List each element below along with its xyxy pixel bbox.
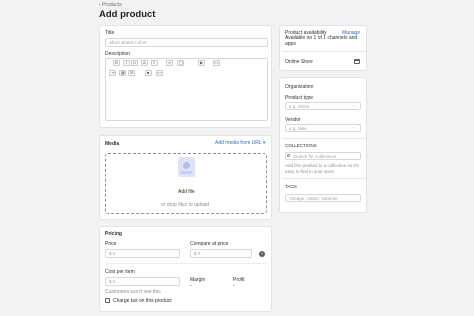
compare-price-label: Compare at price (190, 241, 229, 247)
pricing-title: Pricing (105, 231, 122, 237)
cost-input[interactable]: $ 0 (105, 277, 180, 286)
indent-icon[interactable]: ⇥ (109, 70, 116, 76)
bold-icon[interactable]: B (113, 60, 120, 66)
italic-icon[interactable]: I (123, 60, 130, 66)
underline-icon[interactable]: U (131, 60, 138, 66)
availability-desc: Available on 1 of 1 channels and apps (285, 35, 358, 47)
online-store-channel: Online Store (285, 59, 313, 65)
add-file-button[interactable]: Add file (178, 189, 195, 195)
title-input[interactable]: Short sleeve t-shirt (105, 38, 268, 47)
organization-title: Organization (285, 84, 314, 90)
charge-tax-label[interactable]: Charge tax on this product (113, 298, 172, 304)
title-label: Title (105, 30, 115, 36)
profit-value: - (233, 283, 235, 289)
charge-tax-checkbox[interactable] (105, 298, 110, 303)
calendar-icon[interactable] (354, 59, 360, 64)
description-editor[interactable] (105, 58, 268, 121)
collections-search-input[interactable]: Search for collections (285, 152, 361, 160)
collections-title: COLLECTIONS (285, 143, 317, 148)
list-icon[interactable]: ☰ (128, 70, 135, 76)
image-icon[interactable]: ▢ (177, 60, 184, 66)
back-link[interactable]: ‹ Products (99, 2, 122, 8)
chevron-icon: › (353, 103, 355, 108)
vendor-label: Vendor (285, 117, 301, 123)
media-icon[interactable]: ■ (145, 70, 152, 76)
html-icon[interactable]: <> (156, 70, 163, 76)
link-icon[interactable]: ∞ (166, 60, 173, 66)
cost-label: Cost per item (105, 269, 135, 275)
video-icon[interactable]: ▶ (198, 60, 205, 66)
tags-title: TAGS (285, 184, 297, 189)
description-label: Description (105, 51, 131, 57)
product-type-label: Product type (285, 95, 314, 101)
customers-note: Customers won't see this (105, 289, 161, 295)
margin-label: Margin (190, 277, 206, 283)
add-media-url-link[interactable]: Add media from URL ▾ (215, 140, 265, 146)
align-icon[interactable]: ≡ (151, 60, 158, 66)
help-icon[interactable]: ? (259, 251, 265, 257)
color-icon[interactable]: A (141, 60, 148, 66)
chevron-icon: › (353, 125, 355, 130)
product-type-input[interactable]: e.g. Shirts (285, 102, 361, 110)
vendor-input[interactable]: e.g. Nike (285, 124, 361, 132)
compare-price-input[interactable]: $ 0 (190, 249, 252, 258)
page-title: Add product (99, 9, 156, 20)
media-title: Media (105, 141, 120, 147)
price-label: Price (105, 241, 117, 247)
price-input[interactable]: $ 0 (105, 249, 180, 258)
code-icon[interactable]: <> (213, 60, 220, 66)
upload-icon (178, 157, 195, 177)
tags-input[interactable]: Vintage, cotton, summer (285, 194, 361, 202)
table-icon[interactable]: ▦ (119, 70, 126, 76)
drop-hint: or drop files to upload (161, 202, 210, 208)
margin-value: - (190, 283, 192, 289)
collections-hint: Add this product to a collection so it's… (285, 163, 359, 174)
search-icon (287, 154, 290, 157)
